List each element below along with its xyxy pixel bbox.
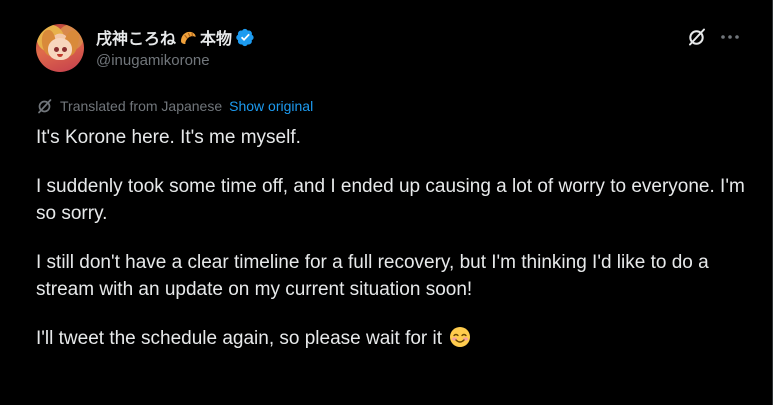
- tweet-paragraph: I still don't have a clear timeline for …: [36, 252, 709, 300]
- show-original-link[interactable]: Show original: [229, 98, 313, 114]
- author-display-name[interactable]: 戌神ころね: [96, 25, 176, 49]
- avatar-eye-right: [62, 47, 67, 52]
- grok-icon[interactable]: [686, 26, 708, 48]
- smiling-face-with-blush-icon: [449, 326, 471, 348]
- tweet-paragraph: It's Korone here. It's me myself.: [36, 127, 301, 148]
- tweet-text: It's Korone here. It's me myself. I sudd…: [36, 124, 756, 374]
- tweet-container: 戌神ころね 本物 @inugamikorone Translated from …: [0, 0, 773, 405]
- tweet-paragraph-last: I'll tweet the schedule again, so please…: [36, 325, 756, 352]
- author-name-row[interactable]: 戌神ころね 本物: [96, 26, 255, 48]
- translate-icon: [36, 97, 54, 115]
- avatar[interactable]: [36, 24, 84, 72]
- tweet-paragraph: I suddenly took some time off, and I end…: [36, 176, 745, 224]
- author-name-suffix[interactable]: 本物: [200, 25, 232, 49]
- more-icon[interactable]: [719, 26, 741, 48]
- croissant-icon: [179, 29, 197, 45]
- tweet-paragraph-text: I'll tweet the schedule again, so please…: [36, 328, 443, 349]
- avatar-eye-left: [54, 47, 59, 52]
- translated-from-label: Translated from Japanese: [60, 98, 223, 114]
- author-handle[interactable]: @inugamikorone: [96, 52, 210, 69]
- translation-notice: Translated from Japanese Show original: [36, 96, 313, 116]
- verified-badge-icon[interactable]: [236, 28, 255, 47]
